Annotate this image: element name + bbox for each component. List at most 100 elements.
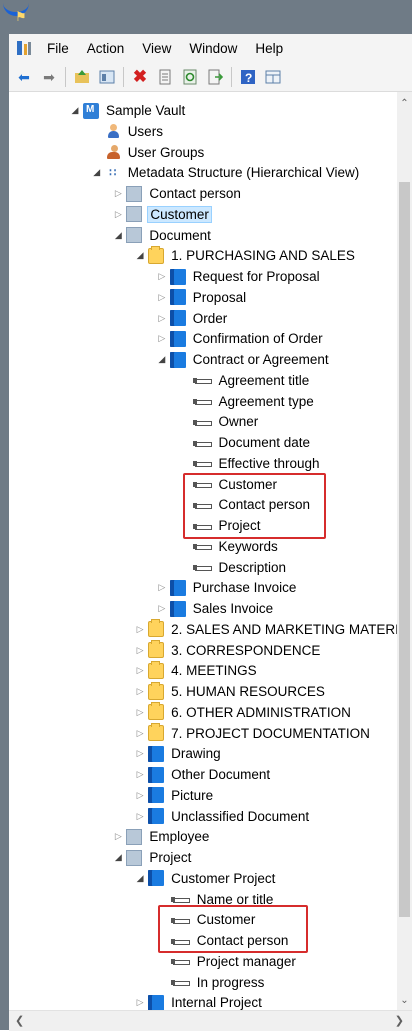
tree-item[interactable]: Document date bbox=[178, 432, 313, 453]
tree-item[interactable]: Effective through bbox=[178, 453, 322, 474]
tree-item[interactable]: Agreement title bbox=[178, 370, 312, 391]
scroll-right-icon[interactable]: ❯ bbox=[395, 1014, 404, 1027]
collapse-arrow-icon[interactable]: ◢ bbox=[112, 852, 124, 863]
tree-item[interactable]: Description bbox=[178, 557, 289, 578]
expand-arrow-icon[interactable]: ▷ bbox=[156, 292, 168, 303]
tree-item-label: Customer bbox=[147, 205, 212, 223]
expand-arrow-icon[interactable]: ▷ bbox=[112, 831, 124, 842]
expand-arrow-icon[interactable]: ▷ bbox=[134, 686, 146, 697]
menu-view[interactable]: View bbox=[134, 41, 181, 56]
view-icon[interactable] bbox=[98, 68, 116, 86]
back-icon[interactable]: ⬅ bbox=[15, 68, 33, 86]
tree-item[interactable]: Agreement type bbox=[178, 391, 316, 412]
tree-item-label: User Groups bbox=[127, 144, 205, 160]
up-folder-icon[interactable] bbox=[73, 68, 91, 86]
tree-item[interactable]: ▷ 4. MEETINGS bbox=[134, 660, 259, 681]
forward-icon[interactable]: ➡ bbox=[40, 68, 58, 86]
folder-icon bbox=[148, 702, 165, 721]
app-menu-icon[interactable] bbox=[15, 39, 33, 57]
tree-item[interactable]: ◢ Contract or Agreement bbox=[156, 349, 331, 370]
tree-item[interactable]: Users bbox=[91, 121, 165, 142]
delete-icon[interactable]: ✖ bbox=[131, 67, 149, 86]
tree-item[interactable]: Project manager bbox=[156, 951, 298, 972]
tree-item[interactable]: ▷ 3. CORRESPONDENCE bbox=[134, 640, 322, 661]
panel-icon[interactable] bbox=[264, 68, 282, 86]
tree-item[interactable]: ▷ Drawing bbox=[134, 743, 223, 764]
tree-item-label: Purchase Invoice bbox=[192, 580, 297, 596]
tree-item[interactable]: ◢ Customer Project bbox=[134, 868, 277, 889]
tree-item-label: Drawing bbox=[171, 746, 221, 762]
horizontal-scrollbar[interactable]: ❮ ❯ bbox=[9, 1010, 412, 1031]
menu-action[interactable]: Action bbox=[79, 41, 135, 56]
object-type-icon bbox=[126, 206, 143, 223]
tree-item[interactable]: ◢ Sample Vault bbox=[69, 100, 187, 121]
expand-arrow-icon[interactable]: ▷ bbox=[156, 333, 168, 344]
expand-arrow-icon[interactable]: ▷ bbox=[134, 997, 146, 1008]
export-icon[interactable] bbox=[206, 68, 224, 86]
tree-item[interactable]: ▷ Internal Project bbox=[134, 992, 264, 1010]
tree-item[interactable]: ▷ Sales Invoice bbox=[156, 598, 275, 619]
properties-icon[interactable] bbox=[156, 68, 174, 86]
tree-item[interactable]: ◢ Project bbox=[112, 847, 193, 868]
expand-arrow-icon[interactable]: ▷ bbox=[112, 188, 124, 199]
tree-item[interactable]: ▷ Confirmation of Order bbox=[156, 328, 325, 349]
tree-item[interactable]: ▷ Contact person bbox=[112, 183, 243, 204]
tree-item[interactable]: ▷ Other Document bbox=[134, 764, 272, 785]
tree-item[interactable]: ◢ ∷ Metadata Structure (Hierarchical View) bbox=[91, 162, 362, 183]
tree-item[interactable]: ▷ Order bbox=[156, 308, 230, 329]
tree-item[interactable]: ▷ Request for Proposal bbox=[156, 266, 322, 287]
tree-item[interactable]: ▷ Unclassified Document bbox=[134, 806, 311, 827]
collapse-arrow-icon[interactable]: ◢ bbox=[91, 167, 103, 178]
vertical-scrollbar[interactable]: ⌃ ⌄ bbox=[397, 92, 412, 1010]
tree-item[interactable]: ▷ Customer bbox=[112, 204, 212, 225]
tree-item[interactable]: Owner bbox=[178, 411, 261, 432]
tree-item[interactable]: ◢ Document bbox=[112, 225, 213, 246]
expand-arrow-icon[interactable]: ▷ bbox=[134, 748, 146, 759]
scroll-up-icon[interactable]: ⌃ bbox=[397, 98, 412, 109]
expand-arrow-icon[interactable]: ▷ bbox=[156, 313, 168, 324]
expand-arrow-icon[interactable]: ▷ bbox=[134, 811, 146, 822]
expand-arrow-icon[interactable]: ▷ bbox=[134, 645, 146, 656]
tree-item[interactable]: ▷ Employee bbox=[112, 826, 211, 847]
collapse-arrow-icon[interactable]: ◢ bbox=[112, 230, 124, 241]
expand-arrow-icon[interactable]: ▷ bbox=[134, 707, 146, 718]
tree-item-label: 4. MEETINGS bbox=[171, 663, 257, 679]
expand-arrow-icon[interactable]: ▷ bbox=[156, 582, 168, 593]
collapse-arrow-icon[interactable]: ◢ bbox=[134, 873, 146, 884]
tree-item-label: 1. PURCHASING AND SALES bbox=[171, 248, 355, 264]
collapse-arrow-icon[interactable]: ◢ bbox=[156, 354, 168, 365]
tree-item[interactable]: User Groups bbox=[91, 142, 207, 163]
object-type-icon bbox=[126, 849, 143, 866]
expand-arrow-icon[interactable]: ▷ bbox=[112, 209, 124, 220]
document-class-icon bbox=[169, 310, 186, 326]
scroll-down-icon[interactable]: ⌄ bbox=[397, 995, 412, 1006]
tree-item[interactable]: ▷ Purchase Invoice bbox=[156, 577, 299, 598]
tree-item[interactable]: ▷ 2. SALES AND MARKETING MATERI bbox=[134, 619, 397, 640]
tree-item[interactable]: ◢ 1. PURCHASING AND SALES bbox=[134, 245, 357, 266]
tree-item[interactable]: ▷ 7. PROJECT DOCUMENTATION bbox=[134, 723, 372, 744]
help-icon[interactable]: ? bbox=[239, 68, 257, 86]
refresh-icon[interactable] bbox=[181, 68, 199, 86]
expand-arrow-icon[interactable]: ▷ bbox=[156, 271, 168, 282]
collapse-arrow-icon[interactable]: ◢ bbox=[134, 250, 146, 261]
tree-item[interactable]: ▷ Picture bbox=[134, 785, 215, 806]
menu-bar: File Action View Window Help bbox=[9, 34, 412, 62]
tree-item[interactable]: ▷ Proposal bbox=[156, 287, 248, 308]
expand-arrow-icon[interactable]: ▷ bbox=[134, 769, 146, 780]
tree-item[interactable]: ▷ 5. HUMAN RESOURCES bbox=[134, 681, 327, 702]
tree-item-label: Contract or Agreement bbox=[192, 352, 329, 367]
expand-arrow-icon[interactable]: ▷ bbox=[134, 624, 146, 635]
menu-window[interactable]: Window bbox=[181, 41, 247, 56]
collapse-arrow-icon[interactable]: ◢ bbox=[69, 105, 81, 116]
scroll-left-icon[interactable]: ❮ bbox=[15, 1014, 24, 1027]
tree-item[interactable]: In progress bbox=[156, 972, 267, 993]
expand-arrow-icon[interactable]: ▷ bbox=[156, 603, 168, 614]
menu-file[interactable]: File bbox=[39, 41, 79, 56]
tree-item[interactable]: ▷ 6. OTHER ADMINISTRATION bbox=[134, 702, 353, 723]
menu-help[interactable]: Help bbox=[247, 41, 293, 56]
expand-arrow-icon[interactable]: ▷ bbox=[134, 665, 146, 676]
folder-icon bbox=[148, 640, 165, 658]
expand-arrow-icon[interactable]: ▷ bbox=[134, 728, 146, 739]
scrollbar-thumb[interactable] bbox=[399, 182, 410, 917]
expand-arrow-icon[interactable]: ▷ bbox=[134, 790, 146, 801]
